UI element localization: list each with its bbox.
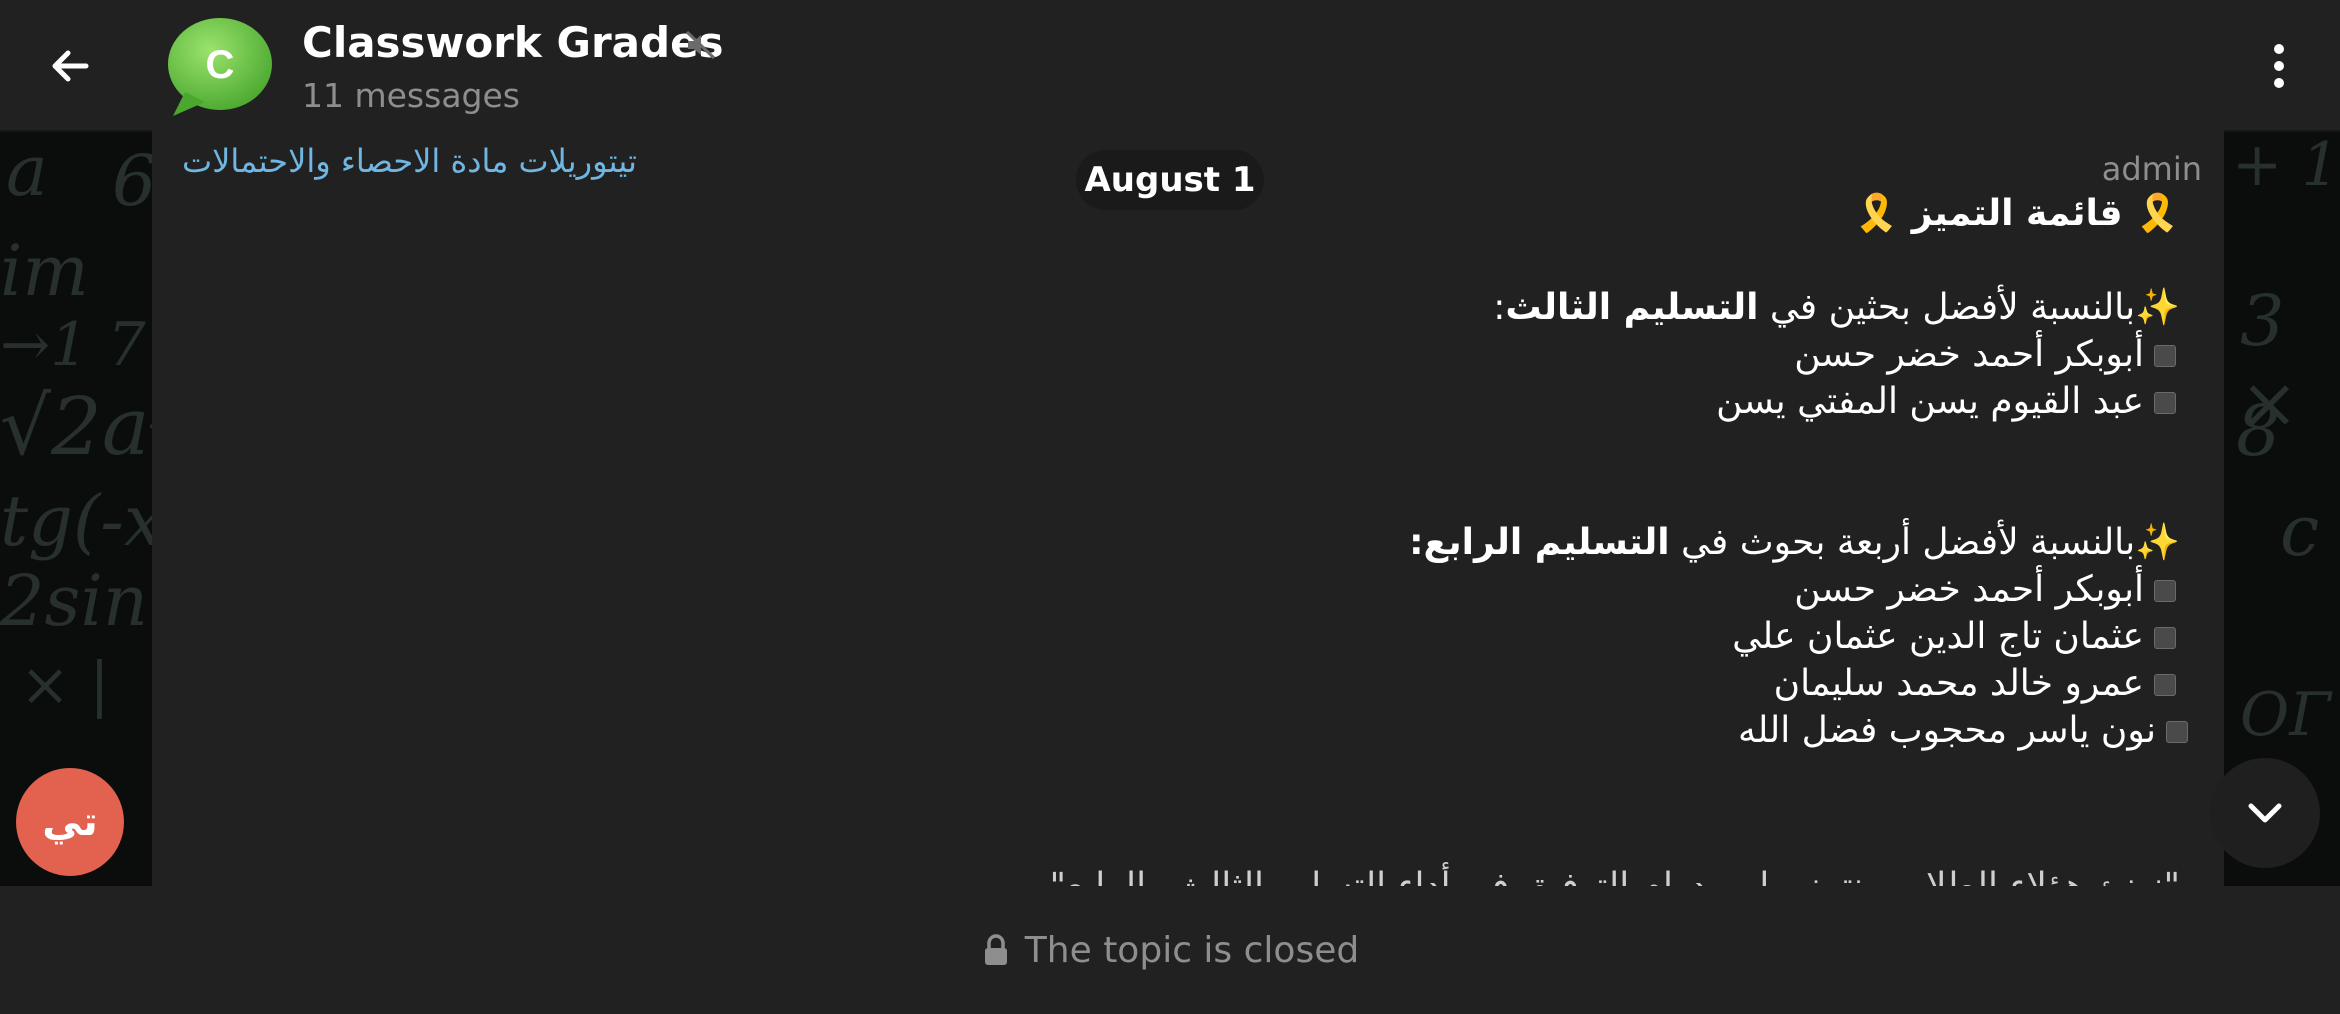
sparkles-icon: ✨	[2135, 287, 2180, 328]
ribbon-icon: 🎗️	[2135, 193, 2180, 234]
list-item: أبوبكر أحمد خضر حسن	[680, 566, 2180, 613]
square-bullet-icon	[2166, 721, 2188, 743]
section-1-intro: ✨بالنسبة لأفضل بحثين في التسليم الثالث:	[1493, 287, 2180, 328]
menu-dot-icon	[2274, 61, 2284, 71]
topic-link[interactable]: تيتوريلات مادة الاحصاء والاحتمالات	[182, 142, 637, 180]
message-heading: 🎗️ قائمة التميز 🎗️	[1854, 193, 2180, 234]
ribbon-icon: 🎗️	[1854, 193, 1900, 234]
message-body: 🎗️ قائمة التميز 🎗️ ✨بالنسبة لأفضل بحثين …	[680, 190, 2188, 754]
list-item: أبوبكر أحمد خضر حسن	[680, 331, 2180, 378]
chat-title[interactable]: Classwork Grades	[302, 18, 724, 67]
topic-closed-bar: The topic is closed	[0, 886, 2340, 1014]
topic-closed-label: The topic is closed	[1024, 929, 1360, 971]
square-bullet-icon	[2154, 627, 2176, 649]
list-item: نون ياسر محجوب فضل الله	[680, 707, 2192, 754]
menu-dot-icon	[2274, 78, 2284, 88]
sparkles-icon: ✨	[2135, 522, 2180, 563]
arrow-left-icon	[52, 50, 89, 82]
sender-name[interactable]: admin	[2102, 150, 2202, 188]
square-bullet-icon	[2154, 674, 2176, 696]
more-options-button[interactable]	[2256, 34, 2302, 98]
square-bullet-icon	[2154, 345, 2176, 367]
svg-text:C: C	[206, 43, 235, 87]
section-2-intro: ✨بالنسبة لأفضل أربعة بحوث في التسليم الر…	[1409, 522, 2180, 563]
chat-header: C Classwork Grades 11 messages	[0, 0, 2340, 132]
list-item: عثمان تاج الدين عثمان علي	[680, 613, 2180, 660]
chevron-down-icon	[2248, 803, 2282, 823]
square-bullet-icon	[2154, 392, 2176, 414]
speech-bubble-icon: C	[168, 18, 272, 116]
muted-speaker-icon	[684, 28, 718, 62]
list-item: عبد القيوم يسن المفتي يسن	[680, 378, 2180, 425]
square-bullet-icon	[2154, 580, 2176, 602]
sender-avatar[interactable]: تي	[16, 768, 124, 876]
chat-avatar[interactable]: C	[165, 18, 275, 118]
back-button[interactable]	[38, 34, 102, 98]
list-item: عمرو خالد محمد سليمان	[680, 660, 2180, 707]
menu-dot-icon	[2274, 44, 2284, 54]
scroll-down-button[interactable]	[2210, 758, 2320, 868]
lock-icon	[984, 934, 1007, 965]
message-count: 11 messages	[302, 76, 520, 115]
